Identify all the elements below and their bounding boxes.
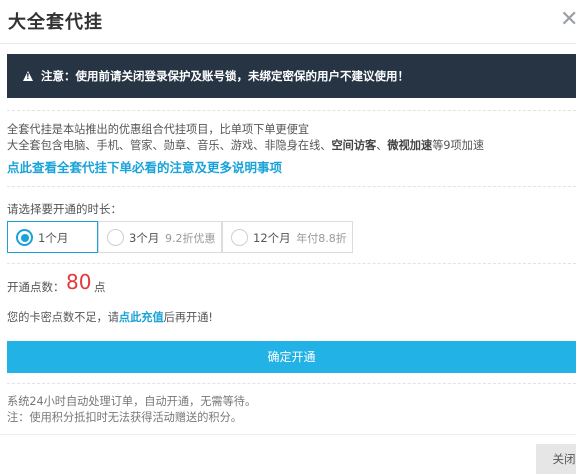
divider: [7, 383, 576, 384]
description-line-1: 全套代挂是本站推出的优惠组合代挂项目，比单项下单更便宜: [7, 123, 310, 136]
dialog-header: 大全套代挂 ✕: [0, 0, 576, 44]
points-label: 开通点数：: [7, 280, 65, 294]
warning-triangle-icon: [23, 71, 33, 81]
alert-text: 注意：使用前请关闭登录保护及账号锁，未绑定密保的用户不建议使用！: [41, 69, 409, 83]
option-label: 3个月: [129, 231, 160, 245]
option-label: 12个月: [253, 231, 291, 245]
more-info-link[interactable]: 点此查看全套代挂下单必看的注意及更多说明事项: [7, 157, 282, 176]
balance-notice: 您的卡密点数不足，请点此充值后再开通!: [7, 309, 213, 325]
option-discount: 9.2折优惠: [164, 232, 216, 245]
divider: [7, 263, 576, 264]
duration-option-3-months[interactable]: 3个月 9.2折优惠: [98, 221, 222, 253]
option-discount: 年付8.8折: [296, 232, 347, 245]
feature-weishi: 微视加速: [387, 139, 433, 152]
points-deduction-note: 注：使用积分抵扣时无法获得活动赠送的积分。: [7, 411, 242, 424]
points-value: 80: [66, 270, 92, 294]
radio-icon[interactable]: [107, 229, 124, 246]
duration-option-12-months[interactable]: 12个月 年付8.8折: [222, 221, 353, 253]
balance-suffix: 后再开通!: [163, 311, 213, 324]
close-button[interactable]: 关闭: [536, 444, 576, 474]
dialog-title: 大全套代挂: [8, 12, 103, 33]
feature-visitor: 空间访客: [331, 139, 377, 152]
confirm-open-button[interactable]: 确定开通: [7, 341, 576, 373]
points-unit: 点: [94, 280, 106, 294]
description-suffix: 等9项加速: [432, 139, 485, 152]
option-label: 1个月: [38, 231, 69, 245]
auto-process-note: 系统24小时自动处理订单，自动开通，无需等待。: [7, 395, 257, 408]
warning-alert: 注意：使用前请关闭登录保护及账号锁，未绑定密保的用户不建议使用！: [7, 54, 576, 98]
footer-divider: [0, 434, 576, 435]
description-sep: 、: [376, 139, 388, 152]
duration-label: 请选择要开通的时长：: [7, 202, 122, 216]
radio-icon[interactable]: [231, 229, 248, 246]
description-line-2: 大全套包含电脑、手机、管家、勋章、音乐、游戏、非隐身在线、空间访客、微视加速等9…: [7, 138, 484, 154]
recharge-link[interactable]: 点此充值: [119, 311, 164, 324]
close-icon[interactable]: ✕: [560, 10, 576, 30]
description-text: 大全套包含电脑、手机、管家、勋章、音乐、游戏、非隐身在线、: [7, 139, 332, 152]
radio-icon[interactable]: [16, 229, 33, 246]
divider: [7, 110, 576, 111]
duration-option-1-month[interactable]: 1个月: [7, 221, 98, 253]
balance-prefix: 您的卡密点数不足，请: [7, 311, 119, 324]
divider: [7, 186, 576, 187]
